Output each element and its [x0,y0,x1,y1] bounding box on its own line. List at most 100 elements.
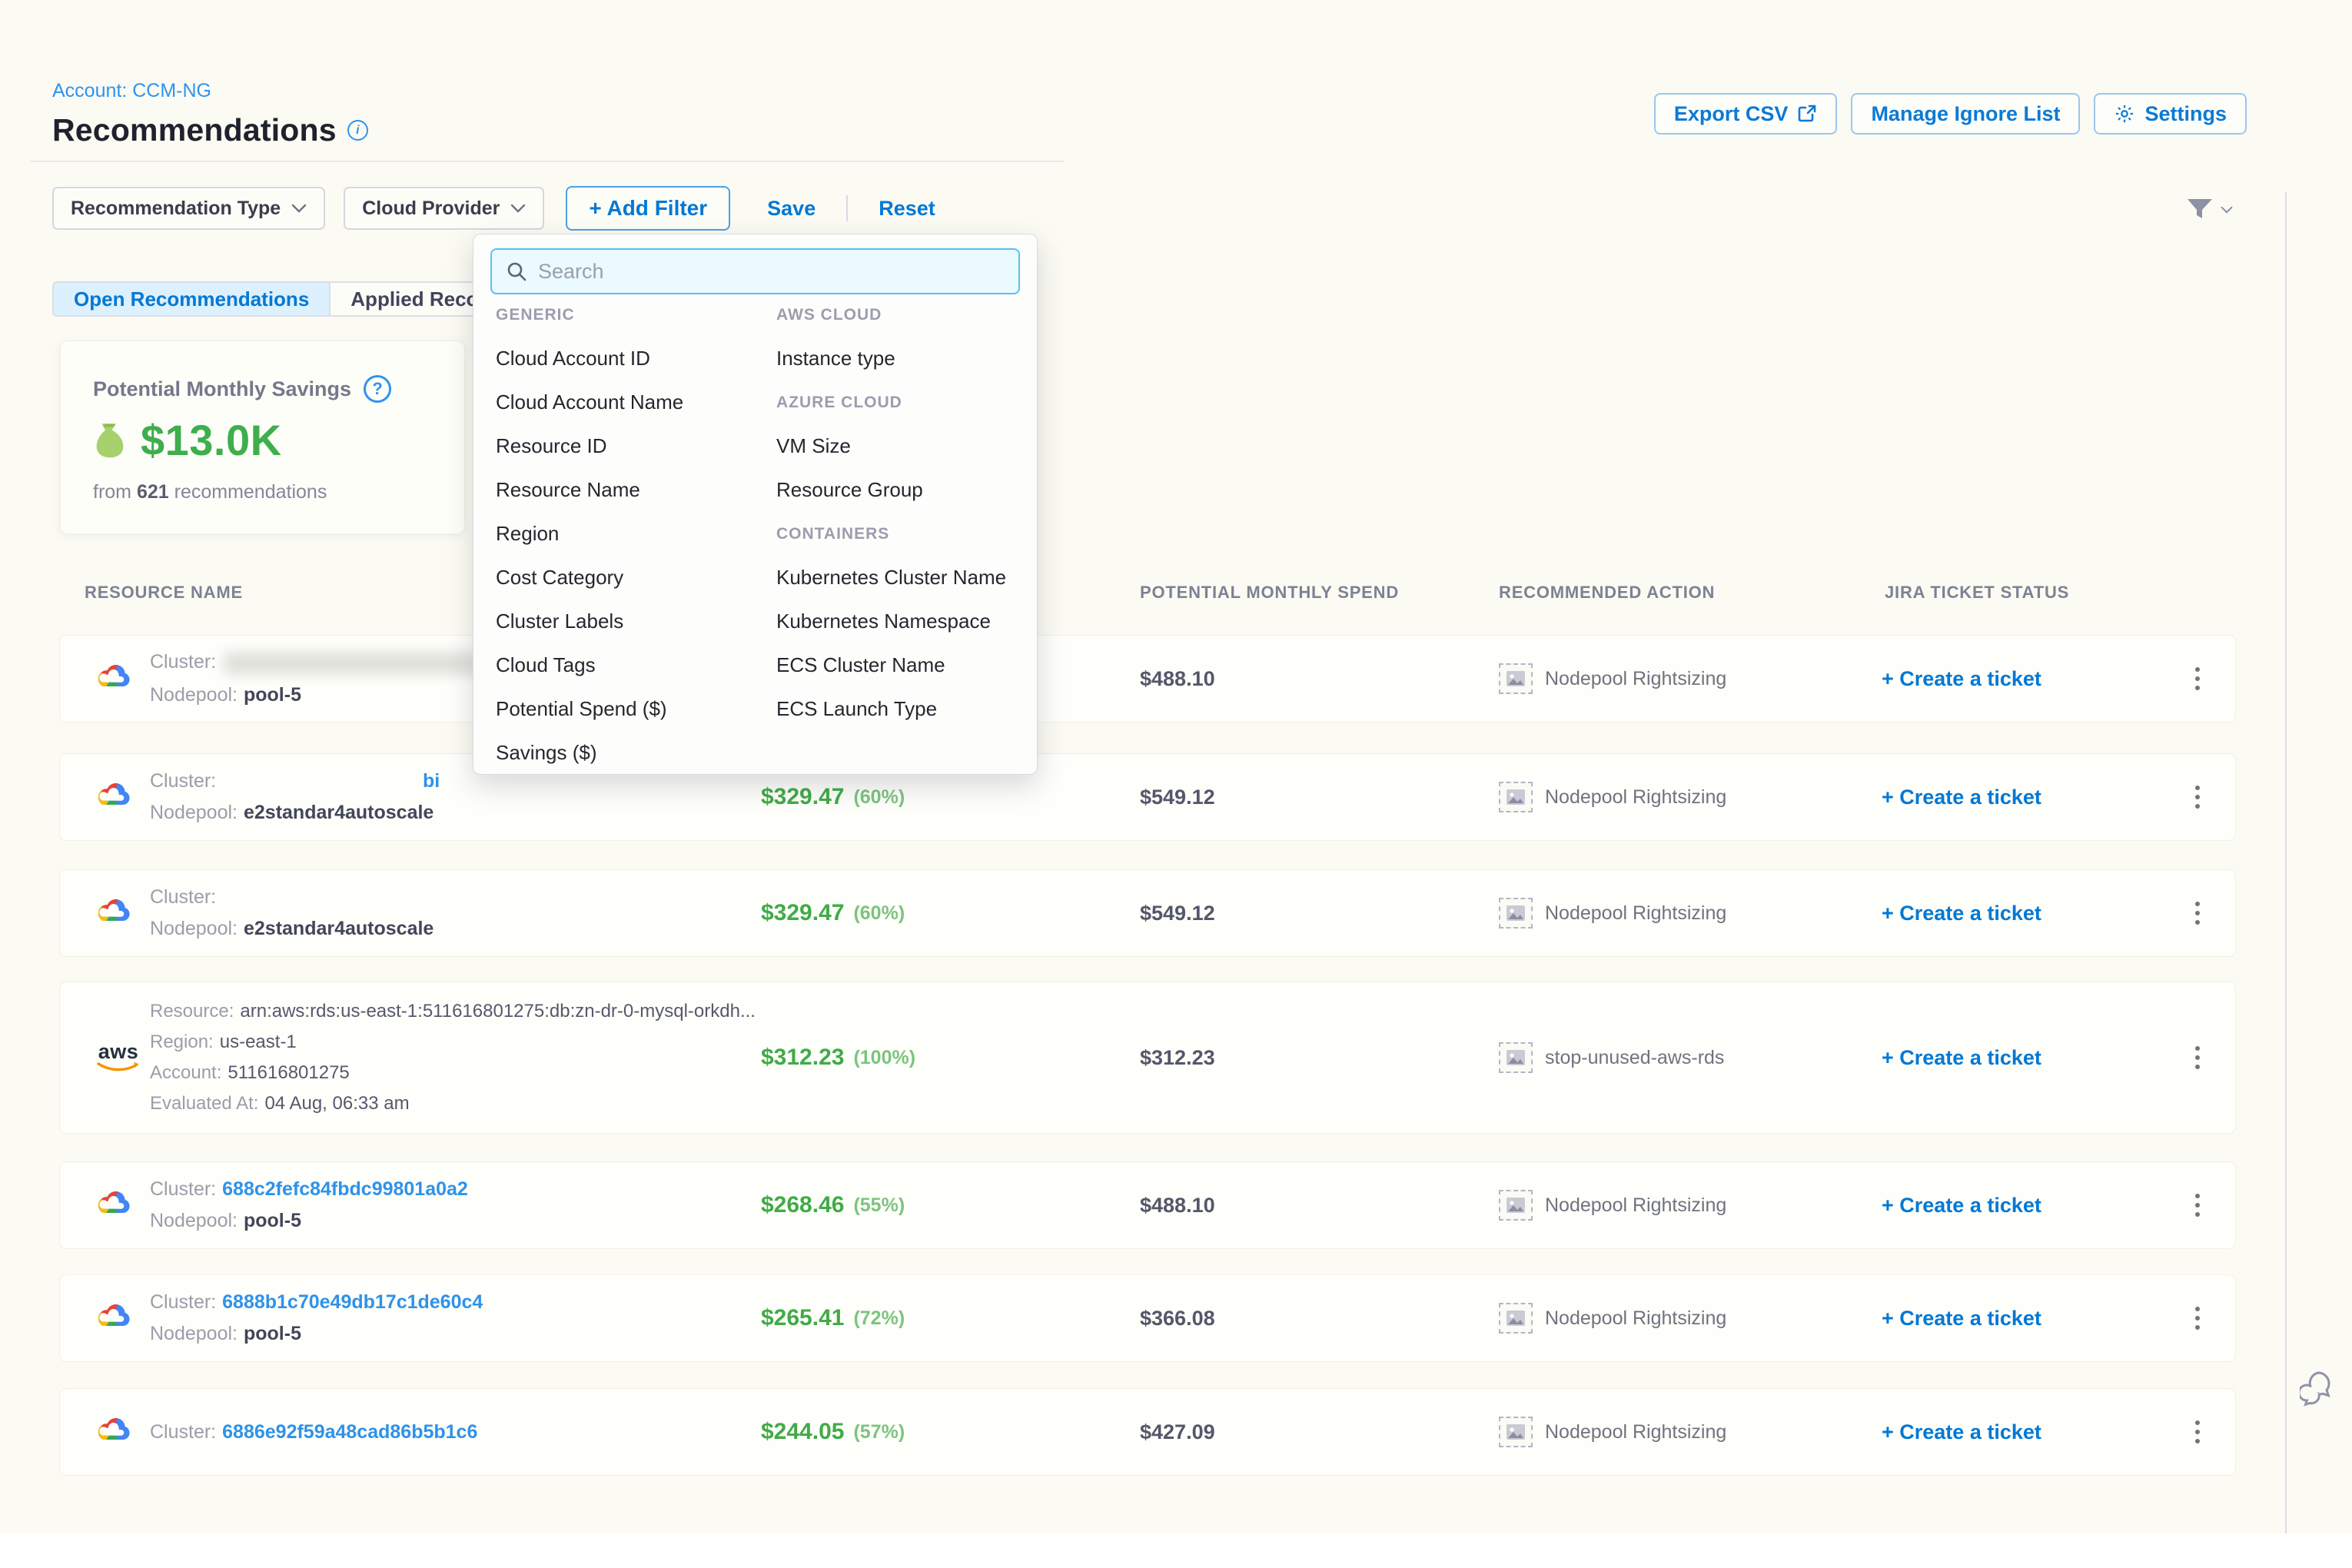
filter-dropdown: GENERIC Cloud Account ID Cloud Account N… [473,234,1038,775]
header-divider [30,161,1064,162]
filter-option-resource-name[interactable]: Resource Name [493,468,766,512]
table-row: aws Resource:arn:aws:rds:us-east-1:51161… [60,982,2235,1133]
broken-image-icon [1499,1303,1533,1334]
nodepool-value: pool-5 [244,1323,301,1344]
info-icon[interactable]: i [347,120,368,141]
filter-option-kubernetes-cluster-name[interactable]: Kubernetes Cluster Name [773,556,1027,600]
filter-option-savings[interactable]: Savings ($) [493,731,766,775]
cloud-provider-label: Cloud Provider [362,198,500,220]
filter-option-ecs-cluster-name[interactable]: ECS Cluster Name [773,643,1027,687]
manage-ignore-list-button[interactable]: Manage Ignore List [1851,93,2080,135]
create-ticket-link[interactable]: + Create a ticket [1882,870,2041,956]
filter-option-cloud-tags[interactable]: Cloud Tags [493,643,766,687]
filter-option-cluster-labels[interactable]: Cluster Labels [493,600,766,643]
action-label: Nodepool Rightsizing [1545,668,1726,690]
filter-option-instance-type[interactable]: Instance type [773,337,1027,380]
resource-label: Resource: [150,1001,234,1022]
chevron-down-icon [2221,206,2233,214]
account-label: Account: [150,1062,221,1083]
nodepool-label: Nodepool: [150,1323,238,1344]
help-icon[interactable]: ? [364,375,391,403]
cluster-id-link[interactable]: 6888b1c70e49db17c1de60c4 [222,1291,483,1313]
savings-percent: (100%) [853,1047,915,1069]
filter-option-ecs-launch-type[interactable]: ECS Launch Type [773,687,1027,731]
filter-bar-divider [846,195,848,221]
create-ticket-link[interactable]: + Create a ticket [1882,1389,2041,1475]
filter-option-vm-size[interactable]: VM Size [773,424,1027,468]
create-ticket-link[interactable]: + Create a ticket [1882,754,2041,840]
gcp-icon [94,1188,132,1224]
evaluated-at-value: 04 Aug, 06:33 am [264,1093,409,1114]
add-filter-button[interactable]: + Add Filter [566,186,730,231]
export-csv-button[interactable]: Export CSV [1654,93,1838,135]
nodepool-value: pool-5 [244,684,301,706]
filter-option-cloud-account-name[interactable]: Cloud Account Name [493,380,766,424]
filter-option-potential-spend[interactable]: Potential Spend ($) [493,687,766,731]
savings-amount: $13.0K [141,415,282,465]
spend-value: $549.12 [1140,754,1215,840]
recommendation-type-filter[interactable]: Recommendation Type [52,187,325,230]
cluster-label: Cluster: [150,651,216,673]
reset-filter-button[interactable]: Reset [879,197,935,221]
savings-percent: (57%) [853,1421,905,1443]
nodepool-label: Nodepool: [150,1210,238,1231]
savings-value: $265.41 [761,1305,844,1331]
broken-image-icon [1499,898,1533,929]
filter-option-resource-group[interactable]: Resource Group [773,468,1027,512]
cluster-id-link[interactable]: 688c2fefc84fbdc99801a0a2 [222,1178,468,1200]
page-title: Recommendations [52,112,337,148]
cluster-id-link[interactable]: 6886e92f59a48cad86b5b1c6 [222,1421,477,1443]
spend-value: $549.12 [1140,870,1215,956]
create-ticket-link[interactable]: + Create a ticket [1882,1162,2041,1248]
savings-subtitle-suffix: recommendations [174,481,327,503]
nodepool-value: e2standar4autoscale [244,918,434,939]
spend-value: $366.08 [1140,1275,1215,1361]
savings-value: $329.47 [761,900,844,926]
kebab-menu[interactable] [2188,1186,2207,1224]
cluster-label: Cluster: [150,886,216,908]
create-ticket-link[interactable]: + Create a ticket [1882,1275,2041,1361]
filter-option-cloud-account-id[interactable]: Cloud Account ID [493,337,766,380]
kebab-menu[interactable] [2188,894,2207,932]
action-label: Nodepool Rightsizing [1545,902,1726,925]
search-input[interactable] [538,260,1005,284]
external-link-icon [1797,104,1817,124]
spend-value: $488.10 [1140,1162,1215,1248]
kebab-menu[interactable] [2188,1413,2207,1451]
create-ticket-link[interactable]: + Create a ticket [1882,982,2041,1133]
filter-option-kubernetes-namespace[interactable]: Kubernetes Namespace [773,600,1027,643]
kebab-menu[interactable] [2188,659,2207,698]
create-ticket-link[interactable]: + Create a ticket [1882,636,2041,722]
action-label: Nodepool Rightsizing [1545,1421,1726,1443]
export-csv-label: Export CSV [1674,102,1789,126]
filter-option-cost-category[interactable]: Cost Category [493,556,766,600]
gcp-icon [94,779,132,816]
chat-support-icon[interactable] [2300,1367,2341,1414]
account-label[interactable]: Account: CCM-NG [52,80,211,102]
filter-option-region[interactable]: Region [493,512,766,556]
kebab-menu[interactable] [2188,778,2207,816]
filter-option-resource-id[interactable]: Resource ID [493,424,766,468]
region-value: us-east-1 [220,1031,297,1052]
savings-percent: (55%) [853,1194,905,1217]
content-right-divider [2285,192,2287,1533]
column-header-potential-monthly-spend: POTENTIAL MONTHLY SPEND [1140,583,1399,603]
tab-open-recommendations[interactable]: Open Recommendations [54,283,331,315]
savings-subtitle: from 621 recommendations [93,481,327,503]
kebab-menu[interactable] [2188,1038,2207,1077]
savings-value: $312.23 [761,1045,844,1071]
gcp-icon [94,661,132,697]
nodepool-value: e2standar4autoscale [244,802,434,823]
gear-icon [2114,103,2135,125]
broken-image-icon [1499,1417,1533,1447]
savings-card-title: Potential Monthly Savings [93,377,351,401]
settings-label: Settings [2144,102,2227,126]
search-icon [506,261,527,282]
filter-panel-toggle[interactable] [2185,197,2233,223]
cloud-provider-filter[interactable]: Cloud Provider [344,187,544,230]
table-row: Cluster:6888b1c70e49db17c1de60c4 Nodepoo… [60,1275,2235,1361]
kebab-menu[interactable] [2188,1299,2207,1337]
gcp-icon [94,1301,132,1337]
settings-button[interactable]: Settings [2094,93,2247,135]
save-filter-button[interactable]: Save [767,197,816,221]
